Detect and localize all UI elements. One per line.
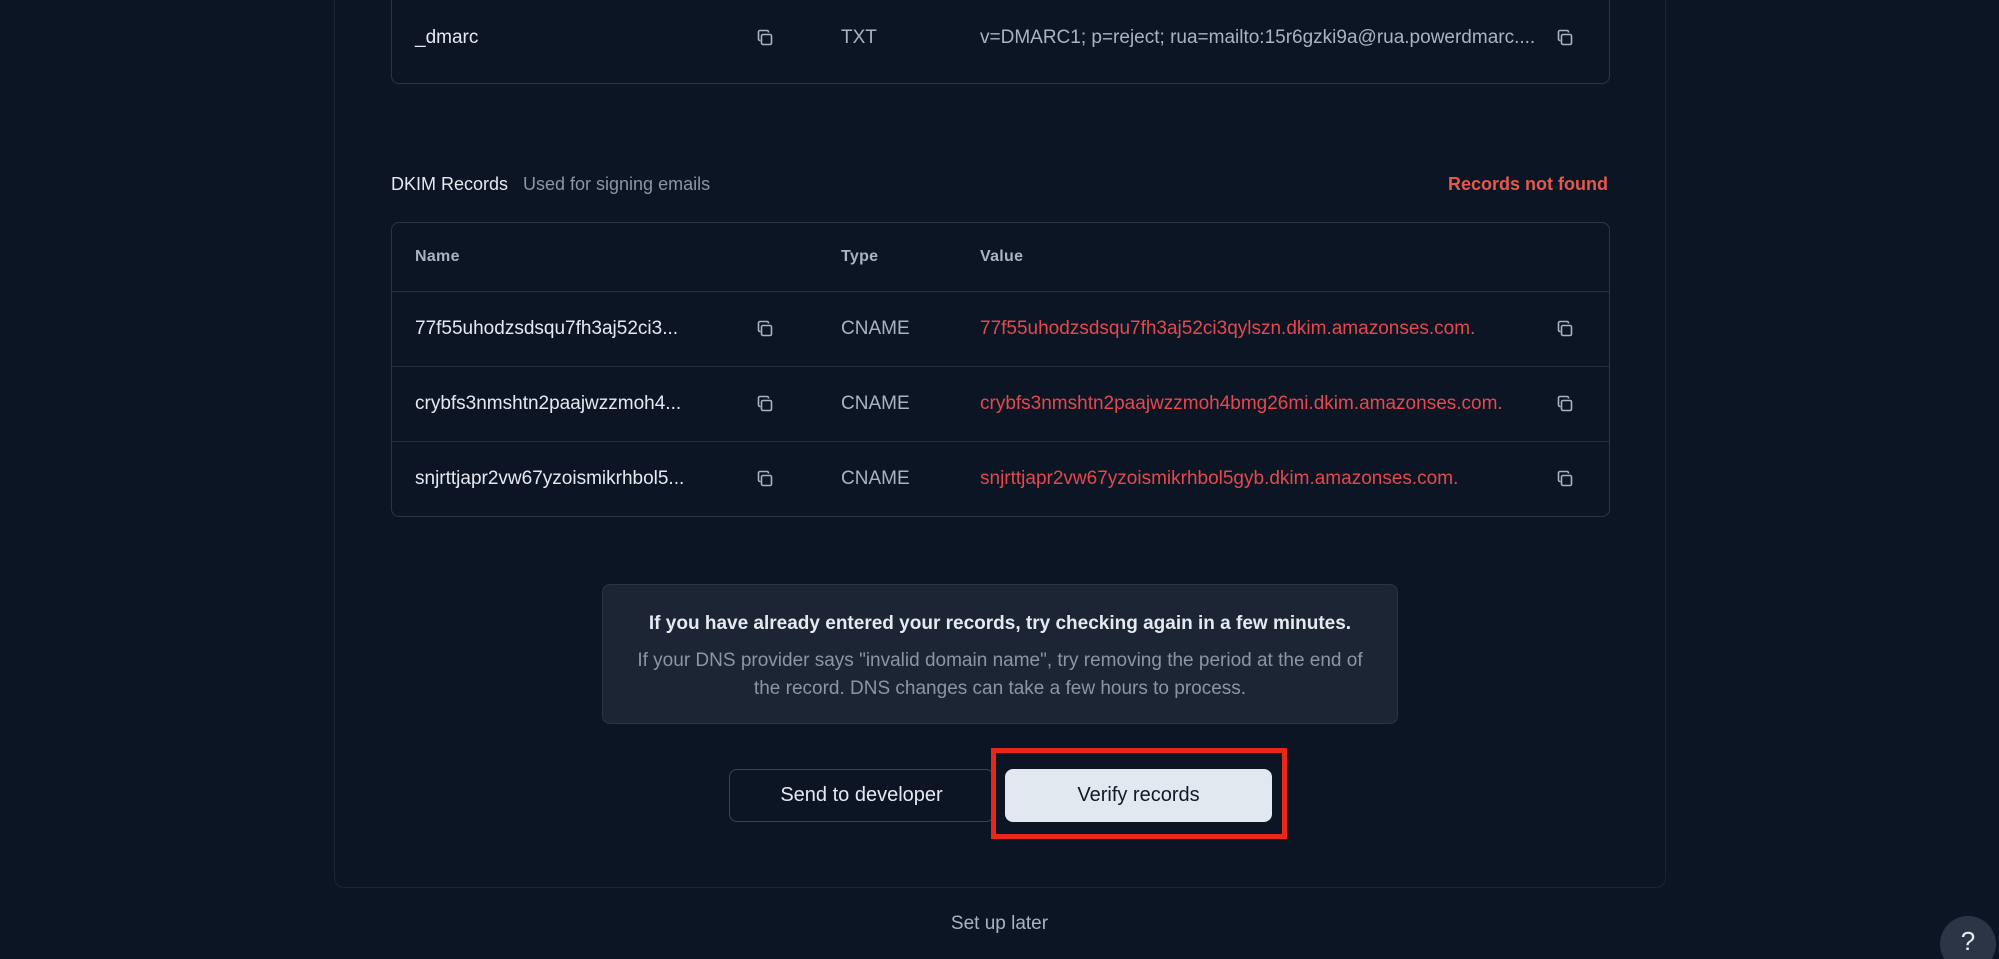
record-name: _dmarc: [415, 26, 479, 48]
copy-icon[interactable]: [755, 319, 775, 339]
column-header-value: Value: [980, 248, 1024, 265]
record-value: snjrttjapr2vw67yzoismikrhbol5gyb.dkim.am…: [980, 468, 1459, 489]
record-type: CNAME: [841, 468, 910, 489]
copy-icon[interactable]: [1555, 394, 1575, 414]
dkim-section-title: DKIM Records: [391, 174, 509, 194]
copy-icon[interactable]: [755, 28, 775, 48]
copy-icon[interactable]: [755, 394, 775, 414]
copy-icon[interactable]: [1555, 319, 1575, 339]
record-name: snjrttjapr2vw67yzoismikrhbol5...: [415, 468, 685, 489]
copy-icon[interactable]: [1555, 469, 1575, 489]
record-value: crybfs3nmshtn2paajwzzmoh4bmg26mi.dkim.am…: [980, 393, 1503, 414]
verify-records-button[interactable]: Verify records: [1005, 769, 1272, 822]
copy-icon[interactable]: [1555, 28, 1575, 48]
record-type: TXT: [841, 26, 877, 48]
info-title: If you have already entered your records…: [648, 613, 1352, 634]
send-to-developer-button[interactable]: Send to developer: [729, 769, 994, 822]
table-row: _dmarc TXT v=DMARC1; p=reject; rua=mailt…: [392, 0, 1609, 75]
dmarc-records-table: _dmarc TXT v=DMARC1; p=reject; rua=mailt…: [391, 0, 1610, 84]
record-type: CNAME: [841, 393, 910, 414]
info-callout: If you have already entered your records…: [602, 584, 1398, 724]
table-row: crybfs3nmshtn2paajwzzmoh4... CNAME crybf…: [392, 366, 1609, 441]
table-header: Name Type Value: [392, 223, 1609, 291]
info-body: If your DNS provider says "invalid domai…: [637, 650, 1363, 699]
record-value: 77f55uhodzsdsqu7fh3aj52ci3qylszn.dkim.am…: [980, 318, 1476, 339]
record-name: 77f55uhodzsdsqu7fh3aj52ci3...: [415, 318, 679, 339]
table-row: snjrttjapr2vw67yzoismikrhbol5... CNAME s…: [392, 441, 1609, 516]
record-name: crybfs3nmshtn2paajwzzmoh4...: [415, 393, 682, 414]
dkim-records-table: Name Type Value 77f55uhodzsdsqu7fh3aj52c…: [391, 222, 1610, 517]
set-up-later-link[interactable]: Set up later: [0, 913, 1999, 935]
record-type: CNAME: [841, 318, 910, 339]
column-header-type: Type: [841, 248, 879, 265]
page: _dmarc TXT v=DMARC1; p=reject; rua=mailt…: [0, 0, 1999, 959]
dkim-section-subtitle: Used for signing emails: [523, 174, 711, 194]
table-row: 77f55uhodzsdsqu7fh3aj52ci3... CNAME 77f5…: [392, 291, 1609, 366]
copy-icon[interactable]: [755, 469, 775, 489]
record-value: v=DMARC1; p=reject; rua=mailto:15r6gzki9…: [980, 26, 1536, 48]
help-icon: ?: [1960, 926, 1976, 956]
column-header-name: Name: [415, 248, 460, 265]
dkim-status-badge: Records not found: [1448, 174, 1608, 194]
